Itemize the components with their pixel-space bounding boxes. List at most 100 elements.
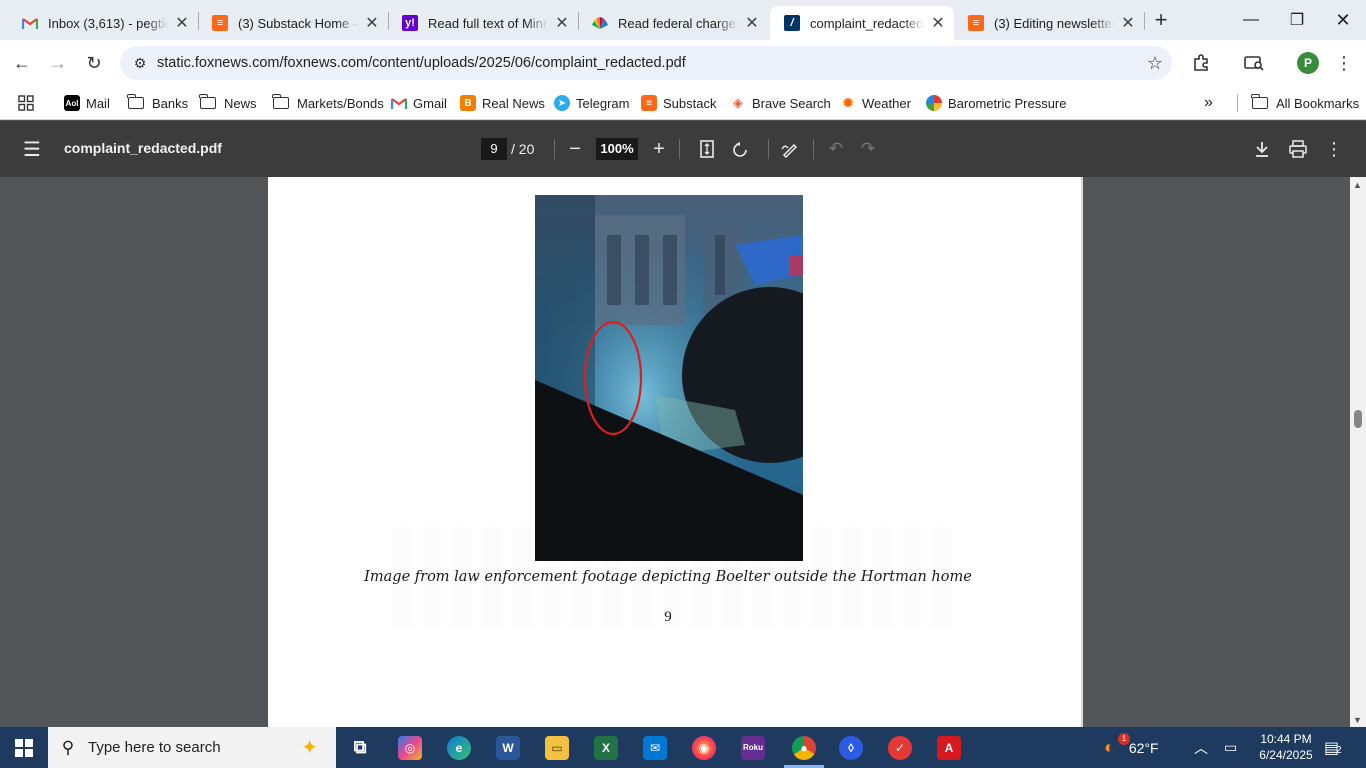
bookmark-telegram[interactable]: ➤ Telegram bbox=[554, 92, 629, 114]
tab-complaint-pdf[interactable]: / complaint_redacted.pdf ✕ bbox=[770, 6, 954, 40]
new-tab-button[interactable]: + bbox=[1148, 8, 1174, 34]
close-icon[interactable]: ✕ bbox=[1120, 13, 1136, 33]
apps-grid-icon[interactable] bbox=[18, 92, 34, 114]
restore-button[interactable]: ❐ bbox=[1274, 0, 1320, 40]
tab-title: complaint_redacted.pdf bbox=[810, 15, 924, 31]
mail-app-icon[interactable]: ✉ bbox=[635, 732, 675, 763]
bookmark-label: Substack bbox=[663, 95, 717, 111]
more-options-icon[interactable]: ⋮ bbox=[1322, 137, 1346, 161]
close-window-button[interactable]: ✕ bbox=[1320, 0, 1366, 40]
bookmark-label: Banks bbox=[152, 95, 189, 111]
close-icon[interactable]: ✕ bbox=[744, 13, 760, 33]
close-icon[interactable]: ✕ bbox=[554, 13, 570, 33]
fit-page-icon[interactable] bbox=[695, 137, 719, 161]
tab-editing-newsletter[interactable]: ≡ (3) Editing newsletter - Sub ✕ bbox=[954, 6, 1144, 40]
chrome-menu-icon[interactable]: ⋮ bbox=[1330, 49, 1358, 77]
annotate-pen-icon[interactable] bbox=[778, 137, 802, 161]
bookmark-mail[interactable]: Aol Mail bbox=[64, 92, 110, 114]
weather-temperature: 62°F bbox=[1128, 739, 1159, 756]
zoom-level-input[interactable]: 100% bbox=[596, 138, 638, 160]
chrome-icon[interactable]: ● bbox=[784, 732, 824, 763]
bookmark-folder-news[interactable]: News bbox=[199, 92, 257, 114]
taskbar-clock[interactable]: 10:44 PM 6/24/2025 bbox=[1254, 731, 1318, 763]
forward-button[interactable]: → bbox=[44, 49, 72, 77]
edge-icon[interactable]: e bbox=[439, 732, 479, 763]
tab-nbc[interactable]: Read federal charges against ✕ bbox=[578, 6, 768, 40]
bookmark-substack[interactable]: ≡ Substack bbox=[641, 92, 716, 114]
more-bookmarks-chevron-icon[interactable]: » bbox=[1204, 92, 1213, 114]
profile-avatar[interactable]: P bbox=[1297, 52, 1319, 74]
extensions-icon[interactable] bbox=[1187, 49, 1215, 77]
firefox-icon[interactable]: ◉ bbox=[684, 732, 724, 763]
folder-icon bbox=[1251, 94, 1268, 109]
rotate-icon[interactable] bbox=[728, 137, 752, 161]
network-icon[interactable]: ▭ bbox=[1224, 727, 1237, 768]
download-icon[interactable] bbox=[1250, 137, 1274, 161]
substack-icon: ≡ bbox=[641, 95, 657, 111]
close-icon[interactable]: ✕ bbox=[364, 13, 380, 33]
scroll-up-arrow-icon[interactable]: ▲ bbox=[1353, 180, 1362, 190]
yahoo-icon: y! bbox=[402, 15, 418, 31]
back-button[interactable]: ← bbox=[8, 49, 36, 77]
gmail-icon bbox=[391, 95, 407, 111]
bookmark-weather[interactable]: ✹ Weather bbox=[840, 92, 911, 114]
scrollbar[interactable]: ▲ ▼ bbox=[1350, 177, 1366, 727]
menu-hamburger-icon[interactable]: ☰ bbox=[20, 137, 44, 161]
tab-search-icon[interactable] bbox=[1240, 49, 1268, 77]
address-bar[interactable]: ⚙ static.foxnews.com/foxnews.com/content… bbox=[120, 46, 1172, 80]
minimize-button[interactable]: — bbox=[1228, 0, 1274, 40]
redo-icon[interactable]: ↷ bbox=[856, 137, 880, 161]
taskbar-search-box[interactable]: ⚲ Type here to search ✦ bbox=[48, 727, 336, 768]
close-icon[interactable]: ✕ bbox=[930, 13, 946, 33]
weather-widget[interactable]: ◐ 1 62°F bbox=[1104, 727, 1159, 768]
notifications-icon[interactable]: ▤ 2 bbox=[1324, 727, 1342, 768]
tab-yahoo[interactable]: y! Read full text of Minnesota ✕ bbox=[388, 6, 578, 40]
blue-drop-app-icon[interactable]: ◊ bbox=[831, 732, 871, 763]
zoom-in-button[interactable]: + bbox=[647, 137, 671, 161]
page-number-input[interactable]: 9 bbox=[481, 138, 507, 160]
tab-substack-home[interactable]: ≡ (3) Substack Home - The ✕ bbox=[198, 6, 388, 40]
bookmark-folder-markets[interactable]: Markets/Bonds bbox=[272, 92, 384, 114]
roku-icon[interactable]: Roku bbox=[733, 732, 773, 763]
bookmark-brave-search[interactable]: ◈ Brave Search bbox=[730, 92, 831, 114]
show-hidden-icons-chevron-icon[interactable]: ︿ bbox=[1194, 727, 1208, 768]
search-placeholder: Type here to search bbox=[88, 739, 221, 756]
substack-icon: ≡ bbox=[968, 15, 984, 31]
scrollbar-thumb[interactable] bbox=[1354, 410, 1362, 428]
gmail-icon bbox=[22, 15, 38, 31]
bookmark-star-icon[interactable]: ☆ bbox=[1138, 53, 1172, 74]
acrobat-icon[interactable]: A bbox=[929, 732, 969, 763]
windows-taskbar: ⚲ Type here to search ✦ ⧉ ◎ e W ▭ X ✉ ◉ … bbox=[0, 727, 1366, 768]
undo-icon[interactable]: ↶ bbox=[824, 137, 848, 161]
bookmark-label: Telegram bbox=[576, 95, 630, 111]
page-total: / 20 bbox=[511, 141, 535, 157]
bookmark-folder-banks[interactable]: Banks bbox=[127, 92, 189, 114]
excel-icon[interactable]: X bbox=[586, 732, 626, 763]
brave-icon: ◈ bbox=[733, 95, 743, 110]
copilot-icon[interactable]: ◎ bbox=[390, 732, 430, 763]
todo-check-icon[interactable]: ✓ bbox=[880, 732, 920, 763]
file-explorer-icon[interactable]: ▭ bbox=[537, 732, 577, 763]
bookmark-gmail[interactable]: Gmail bbox=[391, 92, 447, 114]
task-view-icon[interactable]: ⧉ bbox=[340, 732, 380, 763]
url-text[interactable]: static.foxnews.com/foxnews.com/content/u… bbox=[156, 55, 1138, 71]
foxnews-icon: / bbox=[784, 15, 800, 31]
bookmark-barometric-pressure[interactable]: Barometric Pressure bbox=[926, 92, 1066, 114]
pdf-viewport[interactable]: Image from law enforcement footage depic… bbox=[0, 177, 1366, 727]
all-bookmarks-folder[interactable]: All Bookmarks bbox=[1251, 92, 1359, 114]
pdf-page: Image from law enforcement footage depic… bbox=[268, 177, 1083, 727]
tab-gmail[interactable]: Inbox (3,613) - pegtier ✕ bbox=[8, 6, 198, 40]
copilot-sparkle-icon[interactable]: ✦ bbox=[301, 735, 318, 760]
bookmark-real-news[interactable]: B Real News bbox=[460, 92, 545, 114]
toolbar-divider bbox=[679, 139, 680, 159]
start-button[interactable] bbox=[0, 727, 48, 768]
reload-button[interactable]: ↻ bbox=[80, 49, 108, 77]
bookmark-label: News bbox=[224, 95, 257, 111]
tab-strip: Inbox (3,613) - pegtier ✕ ≡ (3) Substack… bbox=[0, 0, 1366, 40]
zoom-out-button[interactable]: − bbox=[563, 137, 587, 161]
print-icon[interactable] bbox=[1286, 137, 1310, 161]
word-icon[interactable]: W bbox=[488, 732, 528, 763]
scroll-down-arrow-icon[interactable]: ▼ bbox=[1353, 715, 1362, 725]
site-info-icon[interactable]: ⚙ bbox=[124, 55, 156, 72]
close-icon[interactable]: ✕ bbox=[174, 13, 190, 33]
